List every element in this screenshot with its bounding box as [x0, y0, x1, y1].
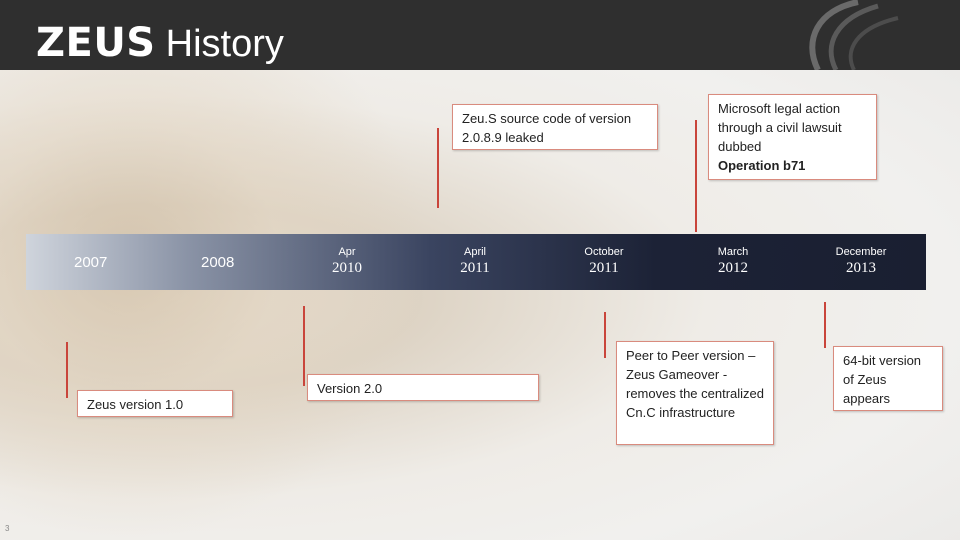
timeline-date-oct-2011: October 2011 [574, 246, 634, 278]
event-text-bold: Operation b71 [718, 158, 806, 173]
slide-header: ZEUS History [0, 0, 960, 70]
event-text: Version 2.0 [317, 381, 383, 396]
event-text: 64-bit version of Zeus appears [843, 353, 922, 406]
timeline-date-dec-2013: December 2013 [826, 246, 896, 278]
timeline-date-apr-2010: Apr 2010 [318, 246, 376, 278]
event-zeus-v1: Zeus version 1.0 [77, 390, 233, 417]
timeline-month: December [835, 246, 887, 258]
title-brand: ZEUS [36, 20, 156, 66]
timeline-month: Apr [338, 246, 356, 258]
timeline-month: March [717, 246, 749, 258]
event-text: Microsoft legal action through a civil l… [718, 101, 842, 154]
timeline-month: October [584, 246, 624, 258]
event-64bit: 64-bit version of Zeus appears [833, 346, 943, 411]
connector-line [66, 342, 68, 398]
event-zeus-v2: Version 2.0 [307, 374, 539, 401]
timeline-year-2007: 2007 [74, 254, 108, 271]
event-text: Zeus version 1.0 [87, 397, 184, 412]
connector-line [695, 120, 697, 232]
timeline-year-2008: 2008 [201, 254, 235, 271]
slide-title: ZEUS History [36, 20, 284, 66]
title-rest: History [165, 23, 284, 65]
event-p2p-gameover: Peer to Peer version – Zeus Gameover - r… [616, 341, 774, 445]
connector-line [824, 302, 826, 348]
timeline-date-mar-2012: March 2012 [703, 246, 763, 278]
timeline-year: 2010 [332, 260, 362, 276]
timeline-year: 2011 [589, 260, 619, 276]
slide-number: 3 [5, 524, 10, 533]
connector-line [303, 306, 305, 386]
event-microsoft-action: Microsoft legal action through a civil l… [708, 94, 877, 180]
event-text: Peer to Peer version – Zeus Gameover - r… [626, 348, 765, 420]
connector-line [604, 312, 606, 358]
swoosh-logo-icon [809, 0, 899, 70]
timeline-year: 2013 [846, 260, 876, 276]
event-text: Zeu.S source code of version 2.0.8.9 lea… [462, 111, 632, 145]
timeline-year: 2012 [718, 260, 748, 276]
timeline-month: April [463, 246, 486, 258]
timeline-year: 2011 [460, 260, 490, 276]
timeline-date-apr-2011: April 2011 [445, 246, 505, 278]
bust-sculpture-image [0, 70, 430, 540]
connector-line [437, 128, 439, 208]
event-source-leak: Zeu.S source code of version 2.0.8.9 lea… [452, 104, 658, 150]
